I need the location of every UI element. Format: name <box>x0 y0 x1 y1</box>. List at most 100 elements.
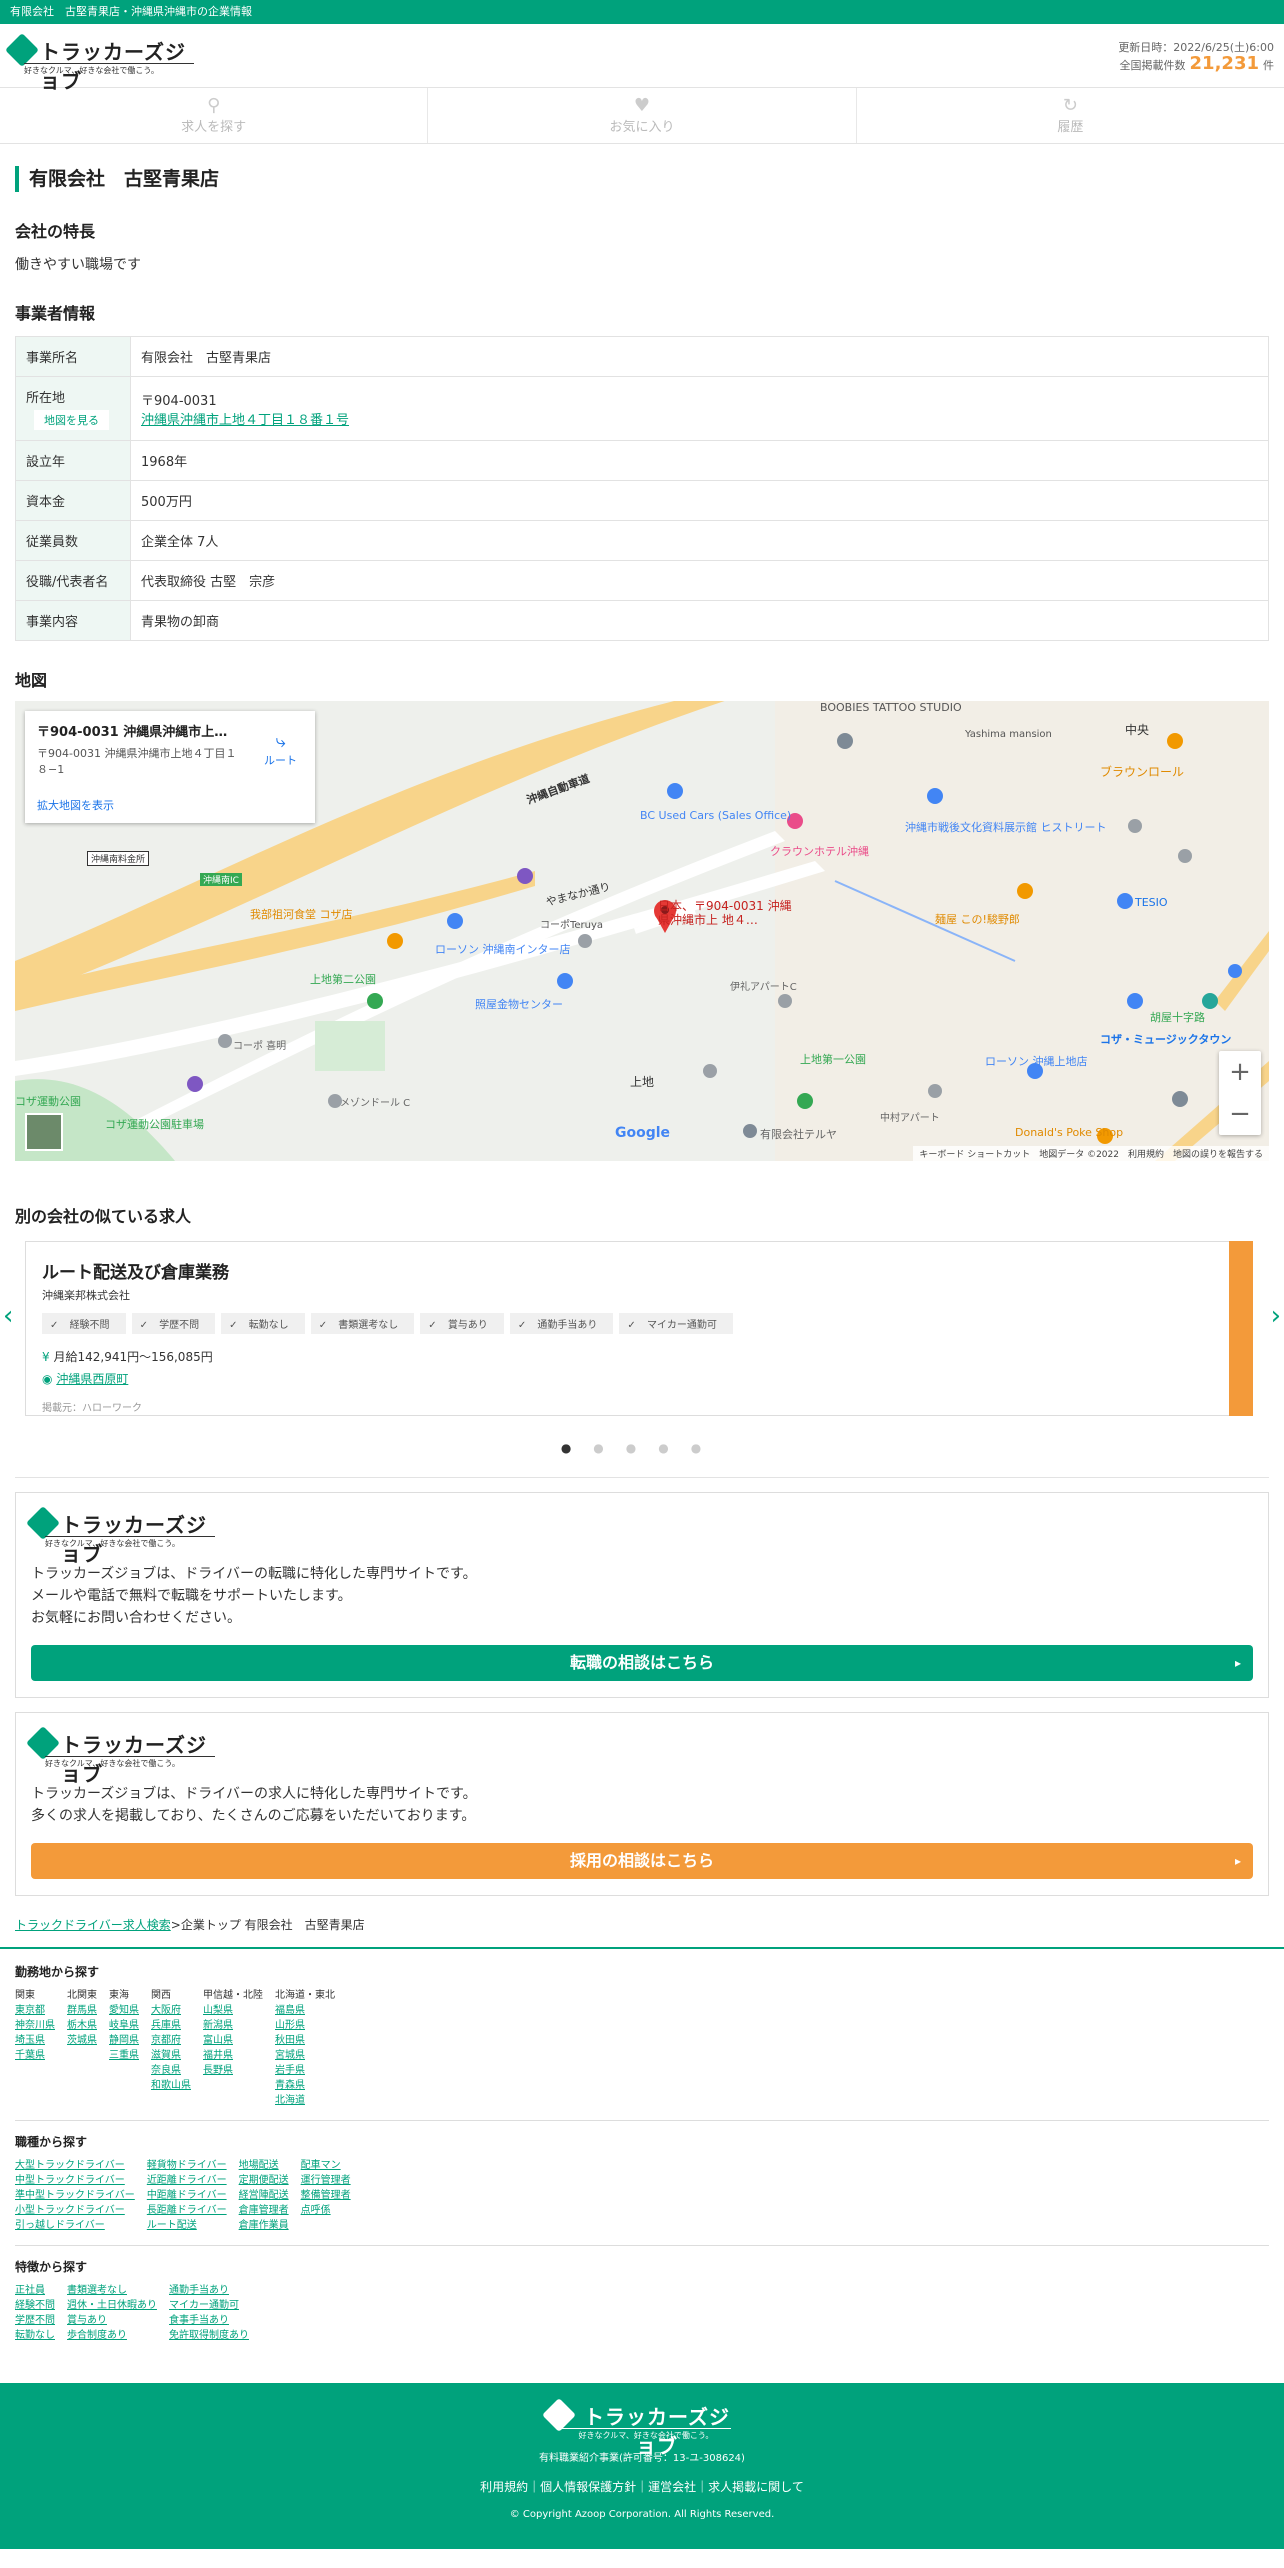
search-link[interactable]: 定期便配送 <box>239 2173 289 2188</box>
promo-text: トラッカーズジョブは、ドライバーの転職に特化した専門サイトです。 メールや電話で無… <box>31 1566 477 1626</box>
search-link[interactable]: 滋賀県 <box>151 2048 191 2063</box>
address-link[interactable]: 沖縄県沖縄市上地４丁目１８番１号 <box>141 413 349 428</box>
search-link[interactable]: 兵庫県 <box>151 2018 191 2033</box>
job-company: 沖縄楽邦株式会社 <box>42 1289 130 1302</box>
search-link[interactable]: 新潟県 <box>203 2018 263 2033</box>
link-column: 甲信越・北陸 山梨県 新潟県 富山県 福井県 長野県 <box>203 1988 263 2108</box>
search-link[interactable]: マイカー通勤可 <box>169 2298 249 2313</box>
search-link[interactable]: 経験不問 <box>15 2298 55 2313</box>
search-link[interactable]: 福島県 <box>275 2003 335 2018</box>
zoom-in-button[interactable]: + <box>1219 1051 1261 1093</box>
google-logo: Google <box>615 1125 671 1141</box>
footer-logo[interactable]: トラッカーズジョブ 好きなクルマ、好きな会社で働こう。 <box>542 2398 742 2458</box>
search-link[interactable]: 地場配送 <box>239 2158 289 2173</box>
nav-history[interactable]: ↻ 履歴 <box>857 88 1284 143</box>
search-link[interactable]: 配車マン <box>301 2158 351 2173</box>
link-column-head: 東海 <box>109 1990 129 2001</box>
search-link[interactable]: 通勤手当あり <box>169 2283 249 2298</box>
search-link[interactable]: 大阪府 <box>151 2003 191 2018</box>
search-link[interactable]: 福井県 <box>203 2048 263 2063</box>
search-link[interactable]: 賞与あり <box>67 2313 157 2328</box>
search-link[interactable]: 倉庫作業員 <box>239 2218 289 2233</box>
search-link[interactable]: 準中型トラックドライバー <box>15 2188 135 2203</box>
search-link[interactable]: 岩手県 <box>275 2063 335 2078</box>
nav-search[interactable]: ⚲ 求人を探す <box>0 88 429 143</box>
satellite-toggle[interactable] <box>25 1113 63 1151</box>
map-place-9: ローソン 沖縄南インター店 <box>435 943 571 956</box>
next-card-peek[interactable] <box>1229 1241 1253 1416</box>
search-link[interactable]: 引っ越しドライバー <box>15 2218 135 2233</box>
search-link[interactable]: 神奈川県 <box>15 2018 55 2033</box>
logo-tagline: 好きなクルマ、好きな会社で働こう。 <box>24 63 194 76</box>
zoom-out-button[interactable]: − <box>1219 1093 1261 1135</box>
search-link[interactable]: 栃木県 <box>67 2018 97 2033</box>
search-link[interactable]: 点呼係 <box>301 2203 351 2218</box>
search-link[interactable]: 三重県 <box>109 2048 139 2063</box>
search-link[interactable]: 中型トラックドライバー <box>15 2173 135 2188</box>
search-link[interactable]: 青森県 <box>275 2078 335 2093</box>
search-link[interactable]: 中距離ドライバー <box>147 2188 227 2203</box>
search-link[interactable]: 正社員 <box>15 2283 55 2298</box>
search-link[interactable]: 奈良県 <box>151 2063 191 2078</box>
search-link[interactable]: 食事手当あり <box>169 2313 249 2328</box>
search-link[interactable]: 東京都 <box>15 2003 55 2018</box>
search-link[interactable]: 山形県 <box>275 2018 335 2033</box>
map-enlarge-link[interactable]: 拡大地図を表示 <box>37 797 114 813</box>
search-link[interactable]: 学歴不問 <box>15 2313 55 2328</box>
search-link[interactable]: 運行管理者 <box>301 2173 351 2188</box>
search-link[interactable]: 秋田県 <box>275 2033 335 2048</box>
search-link[interactable]: 岐阜県 <box>109 2018 139 2033</box>
view-map-button[interactable]: 地図を見る <box>34 410 109 430</box>
search-link[interactable]: 山梨県 <box>203 2003 263 2018</box>
google-map[interactable]: BOOBIES TATTOO STUDIO 中央 ブラウンロール BC Used… <box>15 701 1269 1161</box>
search-link[interactable]: 茨城県 <box>67 2033 97 2048</box>
search-link[interactable]: 書類選考なし <box>67 2283 157 2298</box>
search-link[interactable]: 整備管理者 <box>301 2188 351 2203</box>
site-logo[interactable]: トラッカーズジョブ 好きなクルマ、好きな会社で働こう。 <box>5 33 200 93</box>
carousel-prev-icon[interactable]: ‹ <box>3 1301 13 1331</box>
map-route-button[interactable]: ⤷ ルート <box>264 731 297 768</box>
map-place-25: コーポ 喜明 <box>233 1041 287 1052</box>
breadcrumb-current: >企業トップ 有限会社 古堅青果店 <box>170 1918 365 1932</box>
search-link[interactable]: 歩合制度あり <box>67 2328 157 2343</box>
map-place-10: 上地第二公園 <box>310 973 376 986</box>
search-link[interactable]: ルート配送 <box>147 2218 227 2233</box>
nav-favorites[interactable]: ♥ お気に入り <box>428 88 857 143</box>
search-link[interactable]: 小型トラックドライバー <box>15 2203 135 2218</box>
job-card[interactable]: ルート配送及び倉庫業務 沖縄楽邦株式会社 ✓ 経験不問 ✓ 学歴不問 ✓ 転勤な… <box>25 1241 1253 1416</box>
table-row: 従業員数 企業全体 7人 <box>15 520 1269 561</box>
search-link[interactable]: 愛知県 <box>109 2003 139 2018</box>
search-link[interactable]: 近距離ドライバー <box>147 2173 227 2188</box>
search-link[interactable]: 経営陣配送 <box>239 2188 289 2203</box>
search-link[interactable]: 北海道 <box>275 2093 335 2108</box>
search-link[interactable]: 軽貨物ドライバー <box>147 2158 227 2173</box>
map-card-address: 〒904-0031 沖縄県沖縄市上地４丁目１８−1 <box>37 747 237 776</box>
search-link[interactable]: 富山県 <box>203 2033 263 2048</box>
job-location-link[interactable]: 沖縄県西原町 <box>56 1372 128 1386</box>
search-link[interactable]: 倉庫管理者 <box>239 2203 289 2218</box>
search-link[interactable]: 京都府 <box>151 2033 191 2048</box>
search-link[interactable]: 週休・土日休暇あり <box>67 2298 157 2313</box>
carousel-dots[interactable]: ●●●●● <box>15 1441 1269 1455</box>
search-link[interactable]: 群馬県 <box>67 2003 97 2018</box>
logo-mark-icon <box>5 33 39 67</box>
search-link[interactable]: 和歌山県 <box>151 2078 191 2093</box>
search-link[interactable]: 静岡県 <box>109 2033 139 2048</box>
footer-nav[interactable]: 利用規約｜個人情報保護方針｜運営会社｜求人掲載に関して <box>0 2478 1284 2495</box>
map-attribution[interactable]: キーボード ショートカット 地図データ ©2022 利用規約 地図の誤りを報告す… <box>913 1146 1269 1161</box>
search-link[interactable]: 千葉県 <box>15 2048 55 2063</box>
search-link[interactable]: 埼玉県 <box>15 2033 55 2048</box>
carousel-next-icon[interactable]: › <box>1271 1301 1281 1331</box>
search-link[interactable]: 免許取得制度あり <box>169 2328 249 2343</box>
area-links: 関東 東京都 神奈川県 埼玉県 千葉県 北関東 群馬県 栃木県 茨城県 東海 愛知県 岐阜県 静岡県 三重… <box>15 1988 1269 2108</box>
search-link[interactable]: 宮城県 <box>275 2048 335 2063</box>
career-consult-button[interactable]: 転職の相談はこちら <box>31 1645 1253 1681</box>
search-link[interactable]: 大型トラックドライバー <box>15 2158 135 2173</box>
search-link[interactable]: 長距離ドライバー <box>147 2203 227 2218</box>
footer-search-links: 勤務地から探す 関東 東京都 神奈川県 埼玉県 千葉県 北関東 群馬県 栃木県 茨城県 東海 愛知県… <box>0 1947 1284 2343</box>
hiring-consult-button[interactable]: 採用の相談はこちら <box>31 1843 1253 1879</box>
search-link[interactable]: 長野県 <box>203 2063 263 2078</box>
search-link[interactable]: 転勤なし <box>15 2328 55 2343</box>
map-place-30: Yashima mansion <box>965 729 1052 740</box>
breadcrumb-link[interactable]: トラックドライバー求人検索 <box>15 1918 171 1932</box>
